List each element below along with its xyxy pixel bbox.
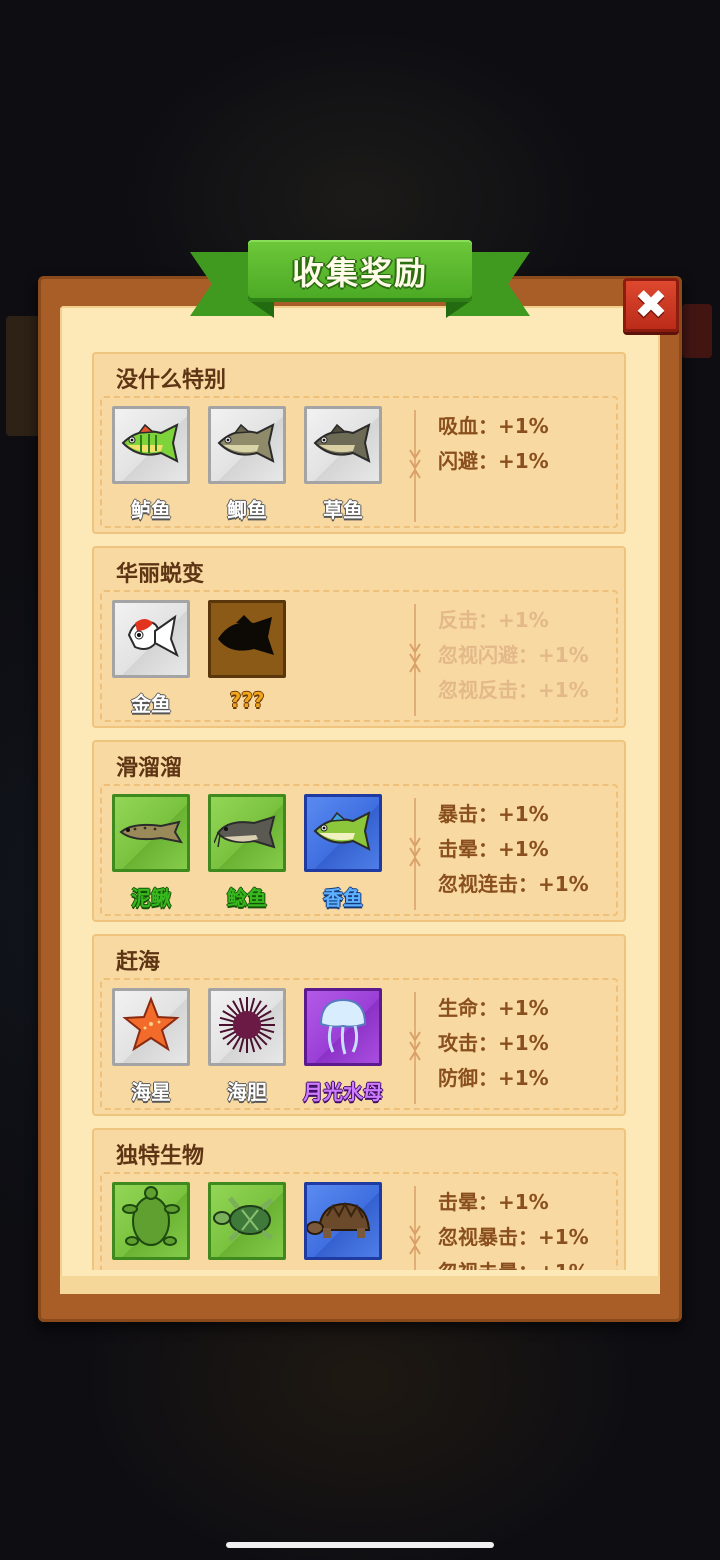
item-name: 海星 [131,1080,171,1104]
collection-item[interactable]: 海星 [112,988,190,1108]
collection-item[interactable]: 泥鳅 [112,794,190,914]
bonus-stat: 暴击：+1% [438,802,549,826]
title-ribbon: 收集奖励 [248,240,472,302]
collection-item[interactable] [304,1182,382,1270]
arrow-divider-icon [408,798,422,910]
snapping-turtle-icon [306,1194,379,1248]
bonus-stat: 吸血：+1% [438,414,549,438]
bonus-stat: 防御：+1% [438,1066,549,1090]
bonus-stat: 击晕：+1% [438,837,549,861]
item-tile [112,988,190,1066]
item-name: 草鱼 [323,498,363,522]
collection-item[interactable]: 海胆 [208,988,286,1108]
jellyfish-icon [313,994,373,1060]
collection-item[interactable]: 鲶鱼 [208,794,286,914]
item-tile [208,1182,286,1260]
item-name: 鲶鱼 [227,886,267,910]
starfish-icon [121,995,181,1059]
bonus-stat: 忽视击晕：+1% [438,1260,618,1270]
sea-turtle-icon [212,1196,282,1246]
collection-item[interactable]: 鲫鱼 [208,406,286,526]
item-tile [208,794,286,872]
item-tile [208,988,286,1066]
group-title: 滑溜溜 [116,756,183,781]
bonus-stats: 吸血：+1% 闪避：+1% [438,414,618,484]
bonus-stat: 忽视暴击：+1% [438,1225,589,1249]
bonus-stat: 反击：+1% [438,608,549,632]
crucian-carp-icon [215,423,279,467]
item-name: 鲈鱼 [131,498,171,522]
close-button[interactable]: ✖ [623,278,679,332]
item-tile [112,600,190,678]
group-title: 赶海 [116,950,161,975]
bonus-stats: 暴击：+1% 击晕：+1% 忽视连击：+1% [438,802,618,907]
group-title: 独特生物 [116,1144,205,1169]
bonus-stat: 击晕：+1% [438,1190,549,1214]
collection-item[interactable]: 金鱼 [112,600,190,720]
item-name: ??? [229,688,265,712]
item-tile [112,1182,190,1260]
reward-group-list[interactable]: 没什么特别鲈鱼 鲫鱼 草鱼 吸血：+1% 闪避：+1% 华丽蜕变金鱼??? 反击：+1% 忽视… [60,340,660,1270]
bonus-stats: 生命：+1% 攻击：+1% 防御：+1% [438,996,618,1101]
item-name: 鲫鱼 [227,498,267,522]
bonus-stat: 生命：+1% [438,996,549,1020]
reward-group: 独特生物击晕：+1% 忽视暴击：+1% 忽视击晕：+1% [92,1128,626,1270]
loach-icon [117,814,185,852]
bonus-stats: 击晕：+1% 忽视暴击：+1% 忽视击晕：+1% [438,1190,618,1270]
reward-group: 没什么特别鲈鱼 鲫鱼 草鱼 吸血：+1% 闪避：+1% [92,352,626,534]
bonus-stat: 忽视闪避：+1% [438,643,589,667]
panel-title: 收集奖励 [291,254,428,292]
item-tile [304,988,382,1066]
background-shelf [6,316,40,436]
item-name: 海胆 [227,1080,267,1104]
collection-item[interactable]: 鲈鱼 [112,406,190,526]
item-name: 泥鳅 [131,886,171,910]
reward-group: 华丽蜕变金鱼??? 反击：+1% 忽视闪避：+1% 忽视反击：+1% [92,546,626,728]
close-x-icon: ✖ [634,282,668,328]
group-title: 华丽蜕变 [116,562,205,587]
home-indicator[interactable] [226,1542,494,1548]
bonus-stat: 忽视反击：+1% [438,678,589,702]
bonus-stats: 反击：+1% 忽视闪避：+1% 忽视反击：+1% [438,608,618,713]
sweetfish-icon [311,811,375,855]
arrow-divider-icon [408,992,422,1104]
background-button-shadow [682,304,712,358]
item-tile [112,794,190,872]
item-tile [304,406,382,484]
collection-item[interactable]: 香鱼 [304,794,382,914]
bonus-stat: 攻击：+1% [438,1031,549,1055]
reward-group: 滑溜溜泥鳅 鲶鱼 香鱼 暴击：+1% 击晕：+1% 忽视连击：+1% [92,740,626,922]
item-tile [304,1182,382,1260]
item-tile [112,406,190,484]
grass-carp-icon [311,423,375,467]
goldfish-icon [121,609,181,669]
item-name: 金鱼 [131,692,171,716]
collection-item[interactable]: ??? [208,600,286,720]
collection-item[interactable] [112,1182,190,1270]
item-tile [304,794,382,872]
item-tile [208,406,286,484]
catfish-icon [213,811,280,855]
item-tile [208,600,286,678]
perch-fish-icon [119,423,183,467]
item-name: 香鱼 [323,886,363,910]
collection-item[interactable] [208,1182,286,1270]
item-name: 月光水母 [303,1080,383,1104]
bonus-stat: 忽视连击：+1% [438,872,589,896]
bonus-stat: 闪避：+1% [438,449,549,473]
arrow-divider-icon [408,1186,422,1270]
arrow-divider-icon [408,410,422,522]
arrow-divider-icon [408,604,422,716]
sea-urchin-icon [216,994,278,1060]
group-title: 没什么特别 [116,368,227,393]
collection-item[interactable]: 草鱼 [304,406,382,526]
panel-bottom-edge [60,1276,660,1294]
collection-item[interactable]: 月光水母 [303,988,383,1108]
reward-group: 赶海海星 海胆 月光水母 生命：+1% 攻击：+1% 防御：+1% [92,934,626,1116]
softshell-turtle-icon [120,1183,182,1259]
unknown-fish-silhouette-icon [214,615,280,663]
